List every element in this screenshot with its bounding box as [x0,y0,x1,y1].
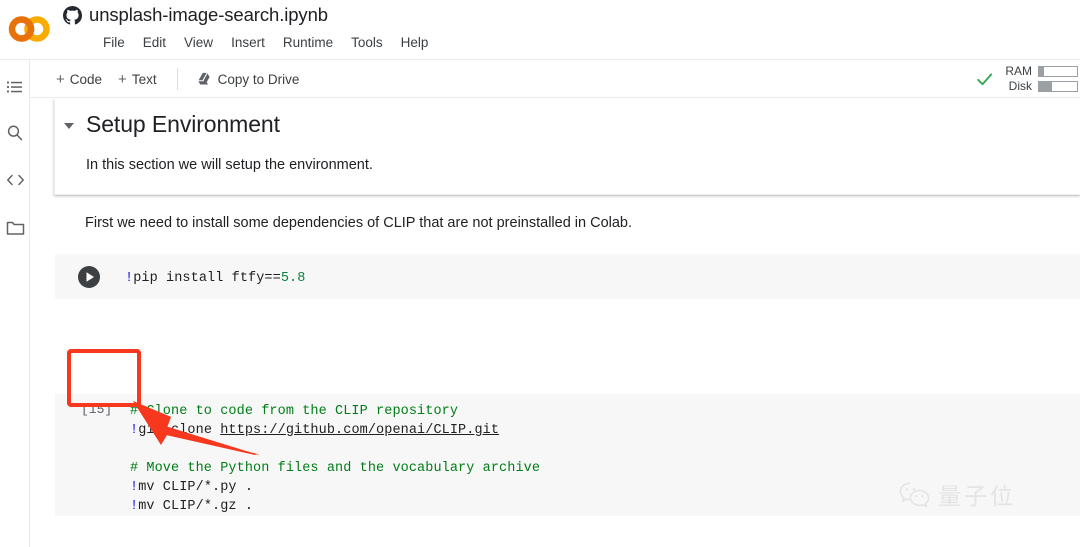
repository-url[interactable]: https://github.com/openai/CLIP.git [220,423,499,438]
colab-logo[interactable] [6,8,52,50]
sidebar-item-find-and-replace[interactable] [3,121,27,145]
menu-runtime[interactable]: Runtime [274,33,342,52]
code-line-git-clone: !git clone https://github.com/openai/CLI… [130,421,499,440]
add-code-cell-button[interactable]: + Code [48,68,110,91]
google-drive-icon [198,72,213,86]
green-check-icon [975,70,994,89]
copy-to-drive-label: Copy to Drive [218,72,300,87]
menu-tools[interactable]: Tools [342,33,392,52]
code-text: mv CLIP/*.gz . [138,499,253,514]
code-bang: ! [130,423,138,438]
app-header: unsplash-image-search.ipynb File Edit Vi… [0,0,1080,60]
menu-insert[interactable]: Insert [222,33,274,52]
github-icon [63,6,82,25]
plus-icon: + [118,72,127,87]
disk-gauge-row: Disk [1002,80,1078,93]
code-cell-clone-clip[interactable]: [15] # Clone to code from the CLIP repos… [55,394,1080,516]
add-text-cell-button[interactable]: + Text [110,68,165,91]
ram-label: RAM [1002,65,1032,78]
add-text-cell-label: Text [132,72,157,87]
copy-to-drive-button[interactable]: Copy to Drive [190,68,308,91]
plus-icon: + [56,72,65,87]
ram-gauge-row: RAM [1002,65,1078,78]
runtime-status[interactable]: RAM Disk [975,60,1080,98]
code-text: mv CLIP/*.py . [138,480,253,495]
sidebar-item-table-of-contents[interactable] [3,76,27,100]
disk-gauge [1038,81,1078,92]
code-line: !pip install ftfy==5.8 [125,269,305,288]
markdown-heading-cell[interactable]: Setup Environment In this section we wil… [54,99,1080,195]
chevron-down-icon[interactable] [64,123,74,129]
code-cell-pip-install[interactable]: !pip install ftfy==5.8 [55,254,1080,299]
document-title[interactable]: unsplash-image-search.ipynb [89,4,328,26]
code-line-mv-gz: !mv CLIP/*.gz . [130,497,253,516]
execution-count-label: [15] [81,402,112,417]
ram-gauge-fill [1039,67,1044,76]
disk-label: Disk [1002,80,1032,93]
folder-icon [6,219,25,236]
left-sidebar [0,60,30,547]
menu-edit[interactable]: Edit [134,33,175,52]
search-icon [6,124,24,142]
code-text: git clone [138,423,220,438]
list-icon [6,79,24,97]
section-heading: Setup Environment [86,111,280,138]
notebook-toolbar: + Code + Text Copy to Drive RAM [0,60,1080,98]
toolbar-actions: + Code + Text Copy to Drive [48,60,307,98]
code-brackets-icon [6,171,25,189]
section-subtitle: In this section we will setup the enviro… [86,157,373,173]
menu-help[interactable]: Help [392,33,438,52]
menu-bar: File Edit View Insert Runtime Tools Help [94,33,437,52]
play-button-icon[interactable] [77,265,101,289]
add-code-cell-label: Code [70,72,102,87]
document-title-row[interactable]: unsplash-image-search.ipynb [63,4,328,26]
sidebar-item-code-snippets[interactable] [3,168,27,192]
toolbar-divider [177,68,178,90]
code-bang: ! [130,499,138,514]
ram-gauge [1038,66,1078,77]
code-line-comment-2: # Move the Python files and the vocabula… [130,459,540,478]
paragraph-install-dependencies: First we need to install some dependenci… [85,211,1045,235]
menu-file[interactable]: File [94,33,134,52]
notebook-content: Setup Environment In this section we wil… [31,99,1080,547]
sidebar-item-files[interactable] [3,215,27,239]
code-body: pip install ftfy== [133,271,281,286]
code-bang: ! [130,480,138,495]
menu-view[interactable]: View [175,33,222,52]
disk-gauge-fill [1039,82,1052,91]
code-line-mv-py: !mv CLIP/*.py . [130,478,253,497]
code-line-comment: # Clone to code from the CLIP repository [130,402,458,421]
resource-gauges: RAM Disk [1002,65,1078,93]
code-version: 5.8 [281,271,306,286]
code-bang: ! [125,271,133,286]
